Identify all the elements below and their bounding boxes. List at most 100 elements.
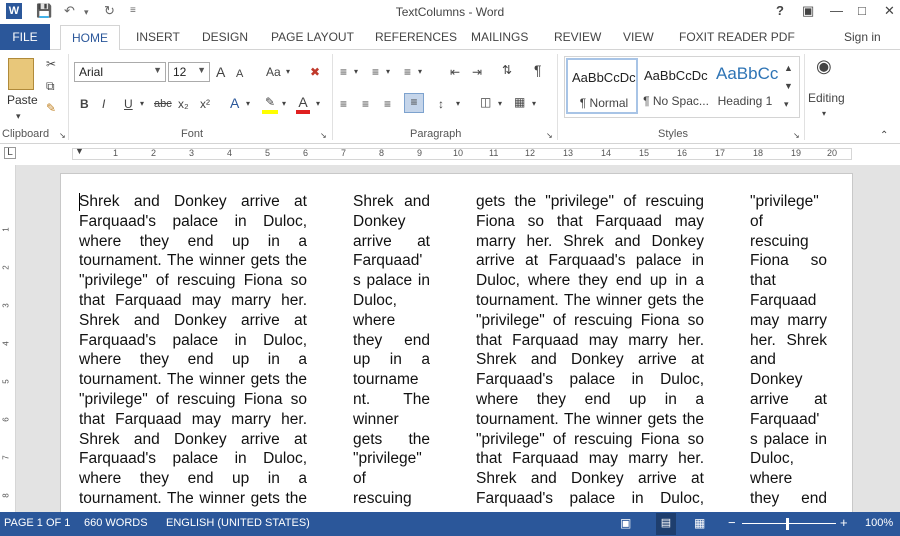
text-line[interactable]: Farquaad's palace in Duloc, <box>79 331 307 351</box>
strikethrough-button[interactable]: abc <box>154 96 172 112</box>
help-button[interactable]: ? <box>776 3 784 18</box>
text-column-3[interactable]: gets the "privilege" of rescuing Fiona so… <box>476 192 704 509</box>
font-name-combo[interactable]: Arial ▼ <box>74 62 166 82</box>
bullets-icon[interactable]: ≡ <box>340 64 347 80</box>
numbering-icon[interactable]: ≡ <box>372 64 379 80</box>
zoom-level[interactable]: 100% <box>865 517 893 529</box>
text-line[interactable]: Fiona so <box>750 251 827 271</box>
text-line[interactable]: Shrek and Donkey arrive at <box>476 469 704 489</box>
text-line[interactable]: Shrek and Donkey arrive at <box>79 430 307 450</box>
clipboard-launcher-icon[interactable]: ↘ <box>59 128 66 144</box>
minimize-button[interactable]: — <box>830 3 843 18</box>
borders-icon[interactable]: ▦ <box>514 94 525 110</box>
text-line[interactable]: Farquaad's palace in Duloc, <box>476 489 704 509</box>
highlight-icon[interactable]: ✎ <box>262 94 278 114</box>
text-line[interactable]: tournament. The winner gets the <box>79 370 307 390</box>
text-line[interactable]: gets the "privilege" of rescuing <box>476 192 704 212</box>
tab-selector-icon[interactable]: L <box>4 147 16 159</box>
text-line[interactable]: "privilege" of rescuing Fiona so <box>476 430 704 450</box>
collapse-ribbon-icon[interactable]: ⌃ <box>880 128 888 144</box>
tab-page-layout[interactable]: PAGE LAYOUT <box>271 30 354 44</box>
maximize-button[interactable]: □ <box>858 3 866 18</box>
text-line[interactable]: that Farquaad may marry her. <box>79 410 307 430</box>
text-line[interactable]: of <box>353 469 430 489</box>
text-line[interactable]: tournament. The winner gets the <box>79 251 307 271</box>
subscript-button[interactable]: x₂ <box>178 96 189 112</box>
text-line[interactable]: Farquaad' <box>750 410 827 430</box>
text-line[interactable]: where <box>750 469 827 489</box>
text-line[interactable]: "privilege" <box>353 449 430 469</box>
tab-view[interactable]: VIEW <box>623 30 654 44</box>
align-right-icon[interactable]: ≡ <box>384 96 391 112</box>
text-line[interactable]: arrive at <box>750 390 827 410</box>
editing-dropdown-icon[interactable]: ▾ <box>822 106 826 122</box>
borders-dropdown-icon[interactable]: ▾ <box>532 96 536 112</box>
text-line[interactable]: rescuing <box>353 489 430 509</box>
close-button[interactable]: ✕ <box>884 3 895 19</box>
tab-review[interactable]: REVIEW <box>554 30 601 44</box>
text-line[interactable]: where they end up in a <box>79 232 307 252</box>
cut-icon[interactable]: ✂ <box>46 56 56 72</box>
text-line[interactable]: arrive at Farquaad's palace in <box>476 251 704 271</box>
styles-scroll-up-icon[interactable]: ▲ <box>784 60 793 76</box>
text-line[interactable]: nt. The <box>353 390 430 410</box>
text-line[interactable]: s palace in <box>353 271 430 291</box>
numbering-dropdown-icon[interactable]: ▾ <box>386 64 390 80</box>
text-line[interactable]: that Farquaad may marry her. <box>79 291 307 311</box>
text-line[interactable]: Donkey <box>750 370 827 390</box>
underline-button[interactable]: U <box>124 96 133 112</box>
styles-more-icon[interactable]: ▾ <box>784 96 789 112</box>
text-line[interactable]: of <box>750 212 827 232</box>
word-count[interactable]: 660 WORDS <box>84 517 148 529</box>
align-center-icon[interactable]: ≡ <box>362 96 369 112</box>
text-line[interactable]: Duloc, where they end up in a <box>476 271 704 291</box>
decrease-indent-icon[interactable]: ⇤ <box>450 64 460 80</box>
indent-marker-icon[interactable]: ▼ <box>75 143 84 159</box>
text-line[interactable]: marry her. Shrek and Donkey <box>476 232 704 252</box>
paragraph-launcher-icon[interactable]: ↘ <box>546 128 553 144</box>
text-line[interactable]: tourname <box>353 370 430 390</box>
horizontal-ruler[interactable]: ▼ 1 2 3 4 5 6 7 8 9 10 11 12 13 14 15 16… <box>72 146 852 160</box>
sort-icon[interactable]: ⇅ <box>502 62 512 78</box>
zoom-slider-handle[interactable] <box>786 518 789 530</box>
text-line[interactable]: that Farquaad may marry her. <box>476 449 704 469</box>
text-line[interactable]: "privilege" of rescuing Fiona so <box>79 271 307 291</box>
text-effects-icon[interactable]: A <box>230 95 239 111</box>
text-line[interactable]: Farquaad' <box>353 251 430 271</box>
text-line[interactable]: Donkey <box>353 212 430 232</box>
text-line[interactable]: may marry <box>750 311 827 331</box>
multilevel-list-icon[interactable]: ≡ <box>404 64 411 80</box>
text-line[interactable]: they end <box>750 489 827 509</box>
shading-dropdown-icon[interactable]: ▾ <box>498 96 502 112</box>
text-line[interactable]: tournament. The winner gets the <box>476 291 704 311</box>
text-line[interactable]: that Farquaad may marry her. <box>476 331 704 351</box>
text-line[interactable]: tournament. The winner gets the <box>79 489 307 509</box>
language-indicator[interactable]: ENGLISH (UNITED STATES) <box>166 517 310 529</box>
text-line[interactable]: Shrek and Donkey arrive at <box>476 350 704 370</box>
style-no-spacing[interactable]: AaBbCcDc ¶ No Spac... <box>640 58 712 114</box>
text-line[interactable]: rescuing <box>750 232 827 252</box>
format-painter-icon[interactable]: ✎ <box>46 100 56 116</box>
highlight-dropdown-icon[interactable]: ▾ <box>282 96 286 112</box>
text-line[interactable]: tournament. The winner gets the <box>476 410 704 430</box>
increase-indent-icon[interactable]: ⇥ <box>472 64 482 80</box>
text-line[interactable]: Shrek and <box>353 192 430 212</box>
text-column-4[interactable]: "privilege" of rescuing Fiona so that Farquaa… <box>750 192 827 509</box>
line-spacing-icon[interactable]: ↕ <box>438 96 444 112</box>
clear-formatting-icon[interactable]: ✖ <box>310 64 320 80</box>
font-color-dropdown-icon[interactable]: ▾ <box>316 96 320 112</box>
sign-in-link[interactable]: Sign in <box>844 30 881 44</box>
zoom-slider[interactable] <box>742 523 836 524</box>
text-line[interactable]: Shrek and Donkey arrive at <box>79 311 307 331</box>
text-line[interactable]: where they end up in a <box>476 390 704 410</box>
multilevel-dropdown-icon[interactable]: ▾ <box>418 64 422 80</box>
page-count[interactable]: PAGE 1 OF 1 <box>4 517 70 529</box>
text-line[interactable]: where <box>353 311 430 331</box>
print-layout-icon[interactable]: ▤ <box>656 513 676 535</box>
text-line[interactable]: Shrek and Donkey arrive at <box>79 192 307 212</box>
text-line[interactable]: Duloc, <box>353 291 430 311</box>
italic-button[interactable]: I <box>102 96 105 112</box>
text-line[interactable]: Fiona so that Farquaad may <box>476 212 704 232</box>
align-left-icon[interactable]: ≡ <box>340 96 347 112</box>
vertical-ruler[interactable]: 1 2 3 4 5 6 7 8 <box>0 165 16 512</box>
